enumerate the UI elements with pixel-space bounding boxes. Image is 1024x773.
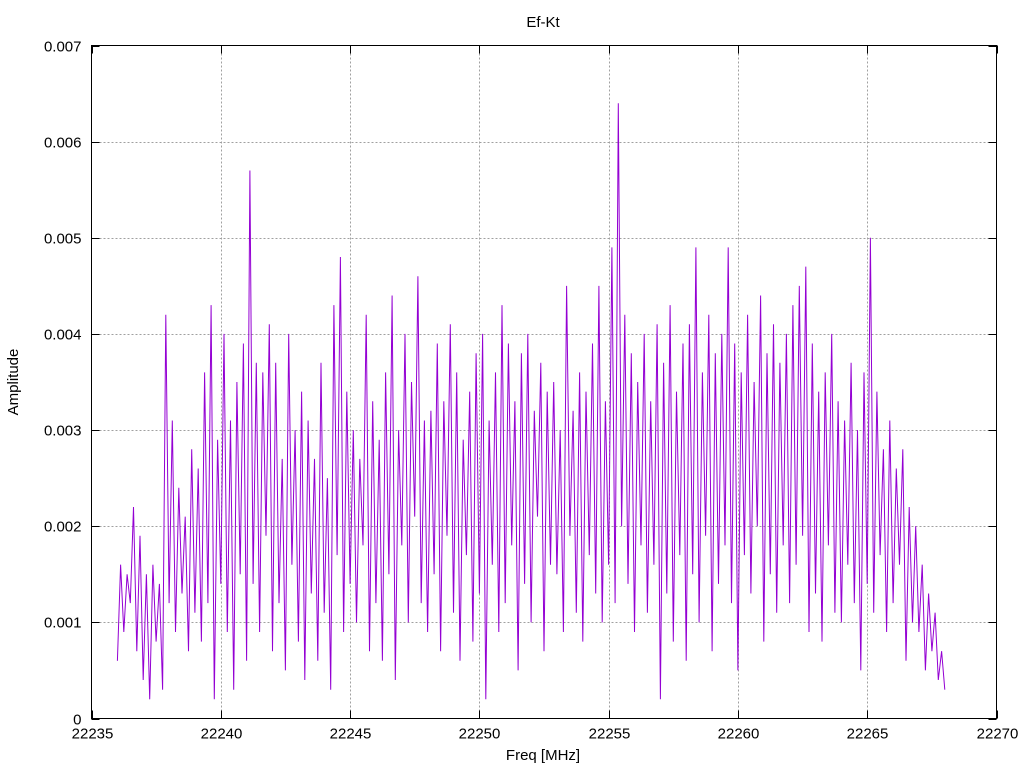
series-line-ef-kt [116, 103, 946, 700]
y-tick-label: 0.007 [44, 39, 82, 56]
x-tick-label: 22240 [201, 726, 243, 743]
chart-title: Ef-Kt [526, 14, 560, 31]
y-tick-label: 0 [73, 712, 81, 729]
x-tick-label: 22265 [847, 726, 889, 743]
x-axis-label: Freq [MHz] [506, 747, 580, 764]
x-tick-label: 22255 [589, 726, 631, 743]
x-tick-label: 22245 [330, 726, 372, 743]
chart: 22235 22240 22245 22250 22255 22260 22265 22270… [5, 14, 1019, 764]
x-tick-label: 22250 [459, 726, 501, 743]
y-tick-label: 0.001 [44, 615, 82, 632]
y-tick-label: 0.003 [44, 423, 82, 440]
y-tick-label: 0.004 [44, 327, 82, 344]
y-axis-label: Amplitude [5, 349, 22, 416]
y-tick-label: 0.002 [44, 519, 82, 536]
x-tick-label: 22270 [977, 726, 1019, 743]
x-tick-label: 22260 [718, 726, 760, 743]
y-tick-label: 0.005 [44, 231, 82, 248]
y-tick-label: 0.006 [44, 135, 82, 152]
